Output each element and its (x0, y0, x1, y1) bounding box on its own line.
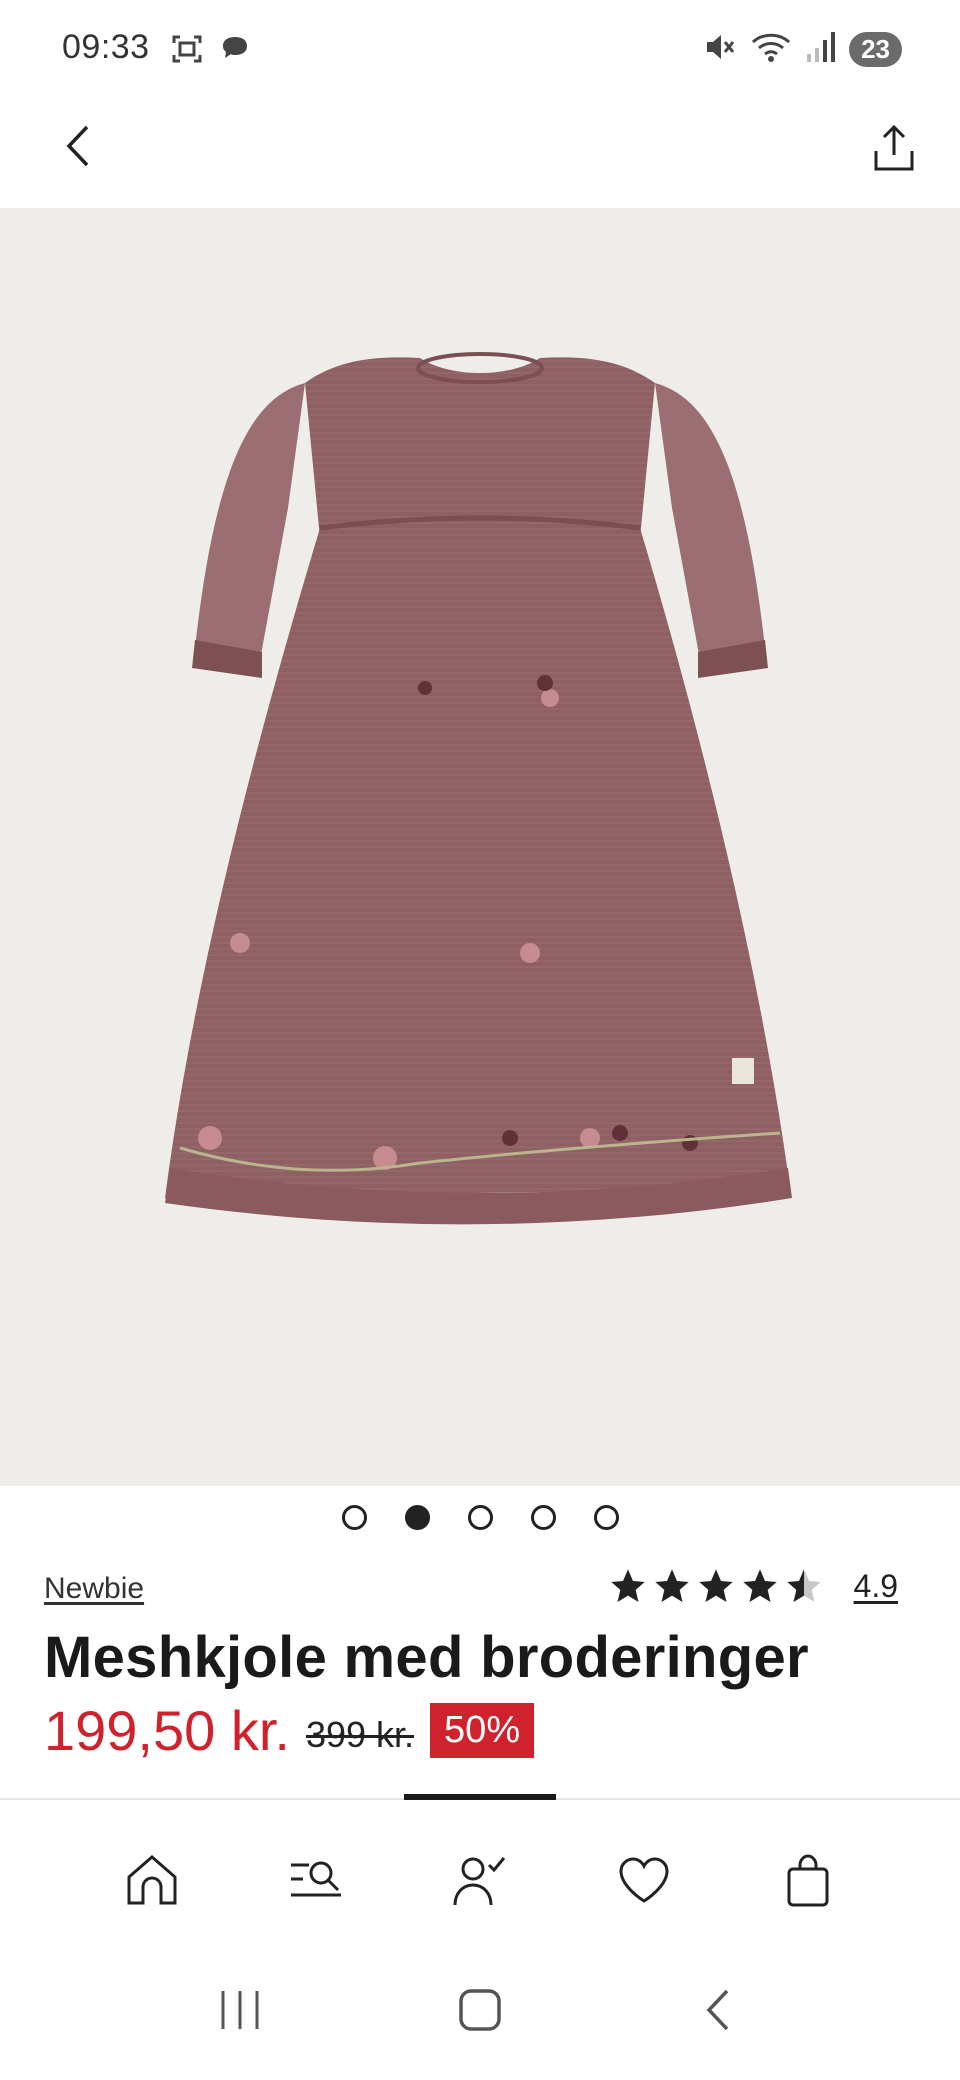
original-price: 399 kr. (305, 1713, 415, 1755)
screenshot-icon (170, 32, 204, 71)
star-icon (654, 1569, 689, 1602)
status-right-icons: 23 (703, 30, 902, 69)
product-rating[interactable]: 4.9 (608, 1566, 898, 1606)
wifi-icon (751, 30, 791, 69)
dress-illustration (165, 352, 792, 1225)
bottom-navigation (0, 1820, 960, 1940)
account-icon (453, 1857, 506, 1906)
nav-bag-button[interactable] (768, 1840, 848, 1920)
back-button[interactable] (50, 120, 106, 176)
home-icon (127, 1855, 177, 1905)
carousel-dot-5[interactable] (593, 1505, 619, 1530)
system-navigation (0, 1960, 960, 2060)
back-icon (706, 1989, 729, 2031)
mute-icon (703, 30, 737, 69)
chat-bubble-icon (218, 32, 252, 71)
star-icon (698, 1569, 733, 1602)
back-system-button[interactable] (680, 1970, 760, 2050)
brand-link[interactable]: Newbie (44, 1572, 144, 1606)
scroll-indicator (404, 1794, 556, 1800)
status-time: 09:33 (62, 28, 150, 66)
bag-icon (787, 1854, 829, 1907)
half-star-icon (786, 1569, 821, 1602)
rating-stars (608, 1566, 824, 1606)
product-title: Meshkjole med broderinger (44, 1625, 809, 1690)
carousel-dot-4[interactable] (530, 1505, 556, 1530)
carousel-dot-3[interactable] (467, 1505, 493, 1530)
carousel-dot-1[interactable] (341, 1505, 367, 1530)
share-icon (870, 123, 918, 178)
nav-search-button[interactable] (276, 1840, 356, 1920)
share-button[interactable] (864, 120, 924, 180)
discount-badge: 50% (430, 1703, 535, 1758)
home-button-icon (459, 1989, 501, 2031)
nav-favorites-button[interactable] (604, 1840, 684, 1920)
recents-button[interactable] (200, 1970, 280, 2050)
nav-account-button[interactable] (440, 1840, 520, 1920)
search-icon (291, 1861, 341, 1897)
star-icon (742, 1569, 777, 1602)
product-image[interactable] (0, 208, 960, 1486)
battery-indicator: 23 (849, 32, 902, 67)
top-navigation (0, 100, 960, 208)
signal-icon (805, 30, 836, 69)
heart-icon (619, 1857, 669, 1903)
sale-price: 199,50 kr. (44, 1699, 290, 1762)
star-icon (610, 1569, 645, 1602)
carousel-dot-2[interactable] (404, 1505, 430, 1530)
status-bar: 09:33 23 (0, 0, 960, 100)
chevron-left-icon (63, 123, 93, 174)
rating-value[interactable]: 4.9 (854, 1568, 898, 1605)
home-system-button[interactable] (440, 1970, 520, 2050)
nav-home-button[interactable] (112, 1840, 192, 1920)
recents-icon (221, 1991, 259, 2029)
status-left-icons (170, 32, 252, 71)
price-row: 199,50 kr. 399 kr. 50% (44, 1698, 535, 1763)
carousel-dots (0, 1505, 960, 1530)
